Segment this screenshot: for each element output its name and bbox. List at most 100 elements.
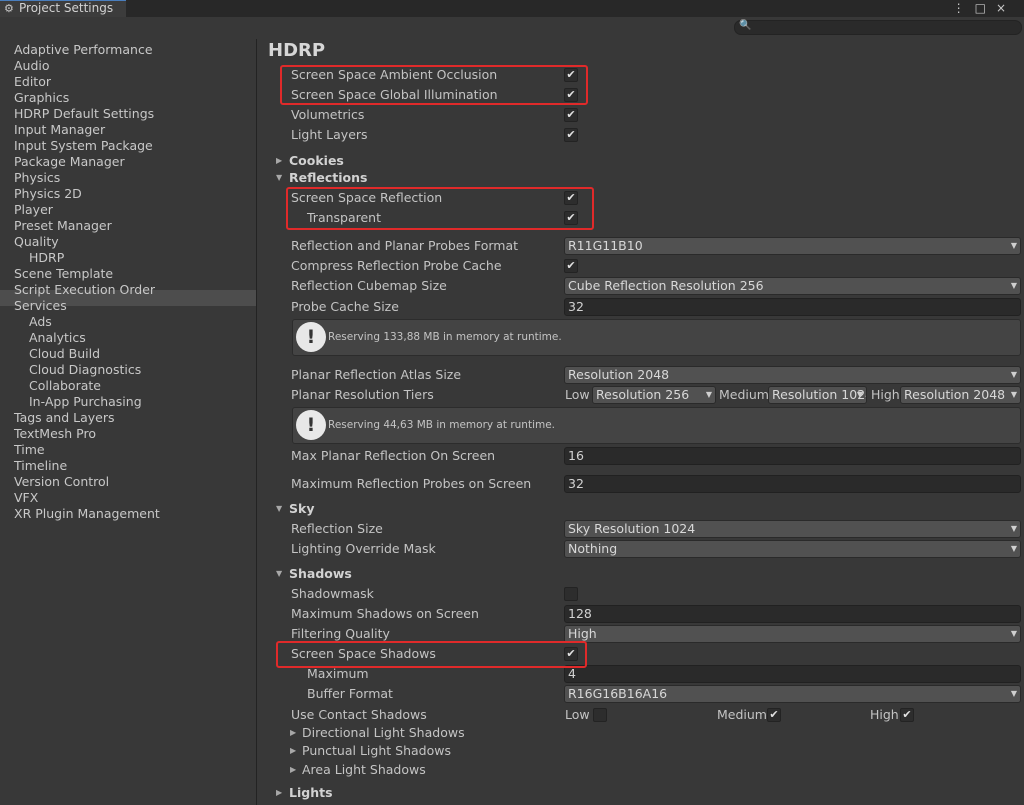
sidebar-item-editor[interactable]: Editor bbox=[14, 74, 51, 90]
sidebar-item-audio[interactable]: Audio bbox=[14, 58, 50, 74]
atlas-size-dropdown[interactable]: Resolution 2048 ▼ bbox=[564, 366, 1021, 384]
tier-low-label: Low bbox=[565, 387, 590, 402]
sidebar-item-time[interactable]: Time bbox=[14, 442, 45, 458]
filtering-quality-dropdown[interactable]: High ▼ bbox=[564, 625, 1021, 643]
cubemap-size-row: Reflection Cubemap Size Cube Reflection … bbox=[257, 276, 1024, 296]
light-layers-checkbox[interactable]: ✔ bbox=[564, 128, 578, 142]
sidebar-item-cloud-build[interactable]: Cloud Build bbox=[29, 346, 100, 362]
probes-format-dropdown[interactable]: R11G11B10 ▼ bbox=[564, 237, 1021, 255]
volumetrics-checkbox[interactable]: ✔ bbox=[564, 108, 578, 122]
sidebar-item-input-manager[interactable]: Input Manager bbox=[14, 122, 105, 138]
shadowmask-checkbox[interactable] bbox=[564, 587, 578, 601]
sky-foldout[interactable]: ▼ Sky bbox=[257, 499, 1024, 519]
buffer-format-label: Buffer Format bbox=[307, 686, 393, 701]
maximize-icon[interactable]: □ bbox=[975, 1, 996, 15]
contact-high-label: High bbox=[870, 707, 899, 722]
shadows-header: Shadows bbox=[289, 566, 352, 581]
tier-medium-label: Medium bbox=[719, 387, 769, 402]
contact-high-checkbox[interactable]: ✔ bbox=[900, 708, 914, 722]
sidebar-item-version-control[interactable]: Version Control bbox=[14, 474, 109, 490]
sidebar-item-in-app-purchasing[interactable]: In-App Purchasing bbox=[29, 394, 142, 410]
area-foldout-arrow-icon[interactable]: ▶ bbox=[290, 760, 296, 780]
project-settings-tab[interactable]: ⚙ Project Settings bbox=[0, 0, 126, 17]
sss-row: Screen Space Shadows ✔ bbox=[257, 644, 1024, 664]
tier-low-dropdown[interactable]: Resolution 256 ▼ bbox=[592, 386, 716, 404]
max-planar-label: Max Planar Reflection On Screen bbox=[291, 448, 496, 463]
directional-foldout-arrow-icon[interactable]: ▶ bbox=[290, 723, 296, 743]
sidebar-item-graphics[interactable]: Graphics bbox=[14, 90, 69, 106]
sidebar-item-vfx[interactable]: VFX bbox=[14, 490, 38, 506]
max-shadows-input[interactable]: 128 bbox=[564, 605, 1021, 623]
sidebar-item-physics[interactable]: Physics bbox=[14, 170, 60, 186]
shadowmask-label: Shadowmask bbox=[291, 586, 374, 601]
sidebar-item-physics-2d[interactable]: Physics 2D bbox=[14, 186, 82, 202]
sidebar-item-services[interactable]: Services bbox=[14, 298, 67, 314]
sidebar-item-hdrp-default-settings[interactable]: HDRP Default Settings bbox=[14, 106, 154, 122]
ssr-checkbox[interactable]: ✔ bbox=[564, 191, 578, 205]
area-shadows-foldout[interactable]: ▶ Area Light Shadows bbox=[257, 760, 1024, 780]
warning-icon: ! bbox=[296, 410, 326, 440]
sidebar-item-ads[interactable]: Ads bbox=[29, 314, 52, 330]
contact-medium-checkbox[interactable]: ✔ bbox=[767, 708, 781, 722]
punctual-foldout-arrow-icon[interactable]: ▶ bbox=[290, 741, 296, 761]
contact-low-checkbox[interactable] bbox=[593, 708, 607, 722]
sidebar-item-input-system-package[interactable]: Input System Package bbox=[14, 138, 153, 154]
compress-cache-row: Compress Reflection Probe Cache ✔ bbox=[257, 256, 1024, 276]
transparent-checkbox[interactable]: ✔ bbox=[564, 211, 578, 225]
sidebar-item-collaborate[interactable]: Collaborate bbox=[29, 378, 101, 394]
sidebar-item-script-execution-order[interactable]: Script Execution Order bbox=[14, 282, 155, 298]
sidebar-item-scene-template[interactable]: Scene Template bbox=[14, 266, 113, 282]
cubemap-size-dropdown[interactable]: Cube Reflection Resolution 256 ▼ bbox=[564, 277, 1021, 295]
sidebar-item-preset-manager[interactable]: Preset Manager bbox=[14, 218, 112, 234]
sss-maximum-input[interactable]: 4 bbox=[564, 665, 1021, 683]
ssgi-label: Screen Space Global Illumination bbox=[291, 87, 498, 102]
max-probes-input[interactable]: 32 bbox=[564, 475, 1021, 493]
punctual-shadows-foldout[interactable]: ▶ Punctual Light Shadows bbox=[257, 741, 1024, 761]
ssr-row: Screen Space Reflection ✔ bbox=[257, 188, 1024, 208]
reflection-size-row: Reflection Size Sky Resolution 1024 ▼ bbox=[257, 519, 1024, 539]
contact-low-label: Low bbox=[565, 707, 590, 722]
sidebar-item-cloud-diagnostics[interactable]: Cloud Diagnostics bbox=[29, 362, 141, 378]
override-mask-value: Nothing bbox=[568, 541, 618, 556]
reflection-size-dropdown[interactable]: Sky Resolution 1024 ▼ bbox=[564, 520, 1021, 538]
window-controls: ⋮□× bbox=[953, 0, 1016, 16]
shadows-foldout-arrow-icon[interactable]: ▼ bbox=[276, 564, 282, 584]
sidebar-item-quality[interactable]: Quality bbox=[14, 234, 59, 250]
sidebar-item-package-manager[interactable]: Package Manager bbox=[14, 154, 125, 170]
contact-medium-label: Medium bbox=[717, 707, 767, 722]
close-icon[interactable]: × bbox=[996, 1, 1016, 15]
max-probes-label: Maximum Reflection Probes on Screen bbox=[291, 476, 532, 491]
area-shadows-label: Area Light Shadows bbox=[302, 762, 426, 777]
ssgi-checkbox[interactable]: ✔ bbox=[564, 88, 578, 102]
probe-cache-size-row: Probe Cache Size 32 bbox=[257, 297, 1024, 317]
sidebar-item-analytics[interactable]: Analytics bbox=[29, 330, 86, 346]
search-input[interactable]: 🔍 bbox=[734, 20, 1022, 35]
lights-foldout-arrow-icon[interactable]: ▶ bbox=[276, 783, 282, 803]
sidebar-item-xr-plugin-management[interactable]: XR Plugin Management bbox=[14, 506, 160, 522]
sidebar-item-player[interactable]: Player bbox=[14, 202, 53, 218]
menu-icon[interactable]: ⋮ bbox=[953, 1, 975, 15]
sidebar-item-tags-and-layers[interactable]: Tags and Layers bbox=[14, 410, 115, 426]
compress-cache-checkbox[interactable]: ✔ bbox=[564, 259, 578, 273]
shadows-foldout[interactable]: ▼ Shadows bbox=[257, 564, 1024, 584]
chevron-down-icon: ▼ bbox=[856, 390, 863, 399]
sidebar-item-textmesh-pro[interactable]: TextMesh Pro bbox=[14, 426, 96, 442]
tier-high-dropdown[interactable]: Resolution 2048 ▼ bbox=[900, 386, 1021, 404]
sidebar-item-hdrp[interactable]: HDRP bbox=[29, 250, 64, 266]
max-planar-input[interactable]: 16 bbox=[564, 447, 1021, 465]
ssao-checkbox[interactable]: ✔ bbox=[564, 68, 578, 82]
reflections-foldout-arrow-icon[interactable]: ▼ bbox=[276, 168, 282, 188]
sky-foldout-arrow-icon[interactable]: ▼ bbox=[276, 499, 282, 519]
chevron-down-icon: ▼ bbox=[1010, 524, 1017, 533]
sidebar-item-adaptive-performance[interactable]: Adaptive Performance bbox=[14, 42, 153, 58]
override-mask-dropdown[interactable]: Nothing ▼ bbox=[564, 540, 1021, 558]
ssao-row: Screen Space Ambient Occlusion ✔ bbox=[257, 65, 1024, 85]
sidebar-item-timeline[interactable]: Timeline bbox=[14, 458, 67, 474]
lights-foldout[interactable]: ▶ Lights bbox=[257, 783, 1024, 803]
directional-shadows-foldout[interactable]: ▶ Directional Light Shadows bbox=[257, 723, 1024, 743]
tier-medium-dropdown[interactable]: Resolution 1024 ▼ bbox=[768, 386, 867, 404]
sss-checkbox[interactable]: ✔ bbox=[564, 647, 578, 661]
reflections-foldout[interactable]: ▼ Reflections bbox=[257, 168, 1024, 188]
probe-cache-size-input[interactable]: 32 bbox=[564, 298, 1021, 316]
buffer-format-dropdown[interactable]: R16G16B16A16 ▼ bbox=[564, 685, 1021, 703]
